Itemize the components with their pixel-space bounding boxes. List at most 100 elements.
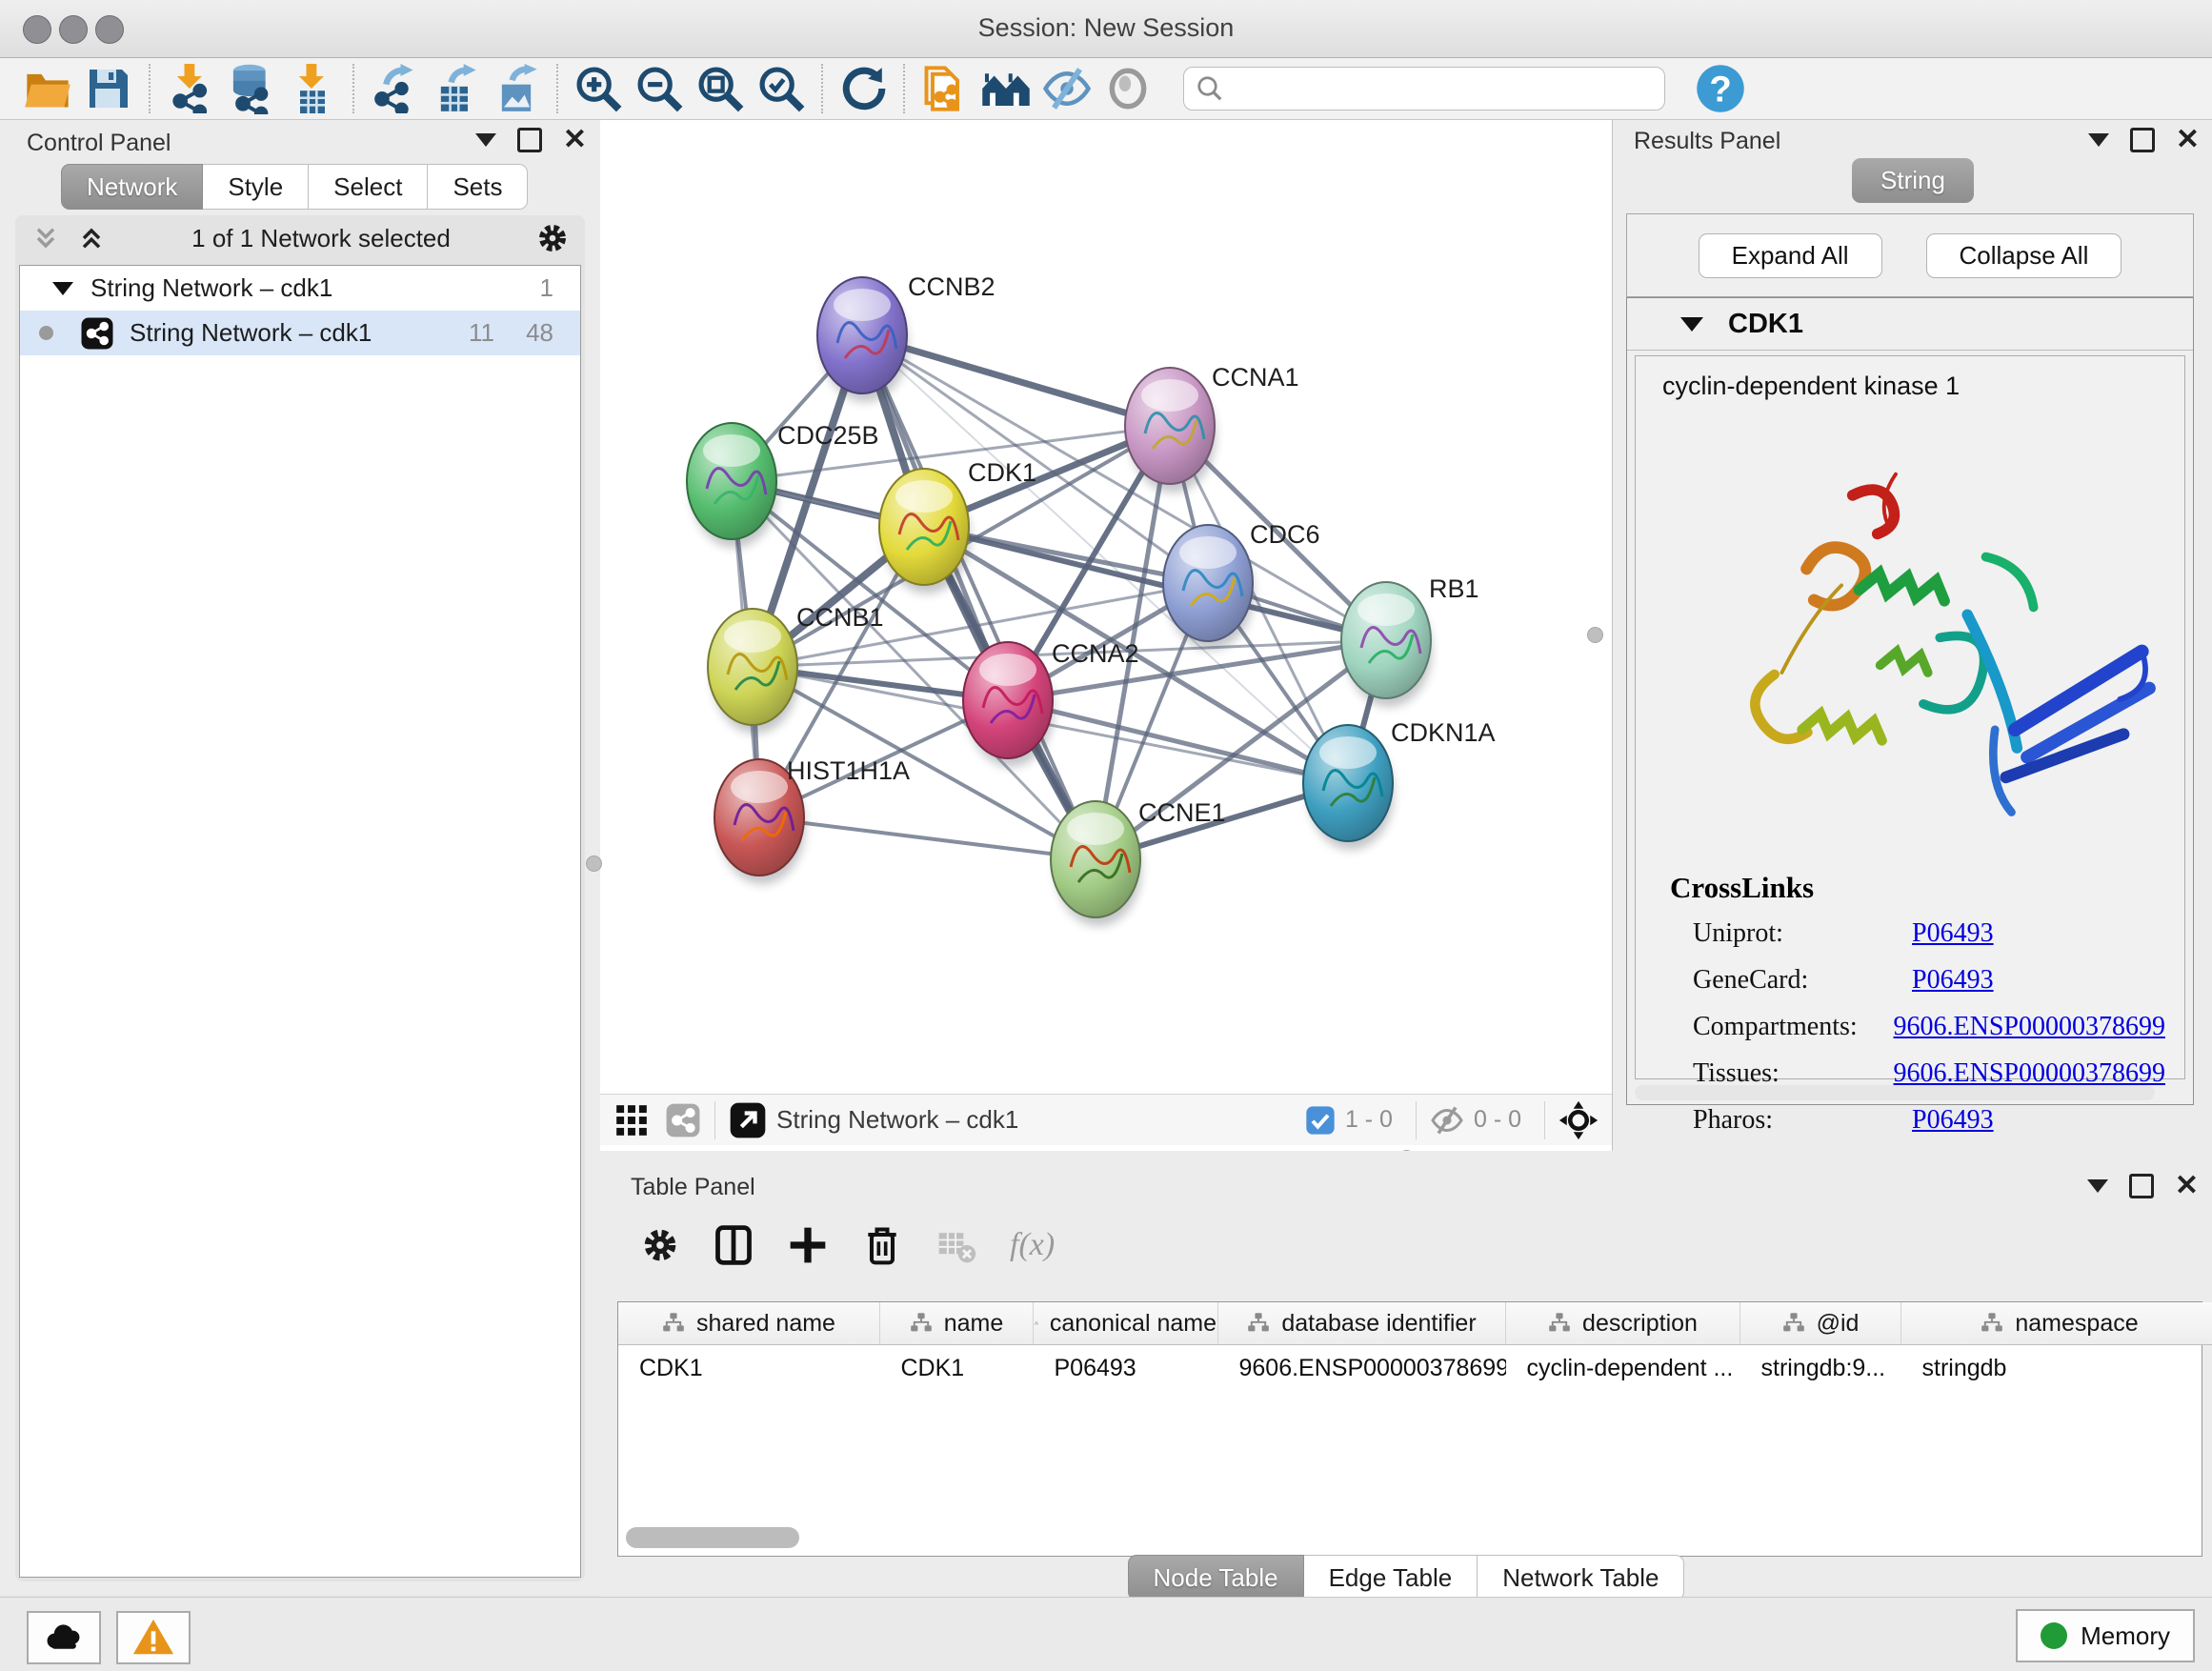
network-edge-count: 48 [526, 318, 553, 348]
network-node-cdc6[interactable] [1163, 525, 1254, 650]
zoom-out-button[interactable] [629, 61, 690, 116]
network-file-button[interactable] [915, 61, 975, 116]
crosslink-link[interactable]: 9606.ENSP00000378699 [1894, 1012, 2165, 1042]
tab-style[interactable]: Style [203, 164, 309, 210]
table-cell[interactable]: P06493 [1034, 1345, 1218, 1392]
delete-table-icon[interactable] [935, 1224, 977, 1266]
network-row[interactable]: String Network – cdk1 11 48 [20, 311, 580, 355]
close-panel-icon[interactable]: ✕ [2175, 1177, 2199, 1196]
column-header--id[interactable]: @id [1740, 1302, 1901, 1345]
delete-column-trash-icon[interactable] [861, 1224, 903, 1266]
collapse-tree-icon[interactable] [52, 282, 73, 295]
gene-section-header[interactable]: CDK1 [1627, 298, 2193, 351]
network-node-ccna2[interactable] [963, 642, 1054, 767]
show-details-button[interactable] [1097, 61, 1158, 116]
network-node-cdk1[interactable] [879, 469, 970, 594]
network-node-cdc25b[interactable] [687, 423, 777, 548]
tab-node-table[interactable]: Node Table [1128, 1555, 1304, 1601]
zoom-fit-button[interactable] [690, 61, 751, 116]
expand-all-button[interactable]: Expand All [1699, 233, 1882, 278]
tab-edge-table[interactable]: Edge Table [1304, 1555, 1478, 1601]
splitter-handle[interactable] [1587, 627, 1603, 643]
column-header-name[interactable]: name [880, 1302, 1034, 1345]
import-table-button[interactable] [282, 61, 343, 116]
column-header-canonical-name[interactable]: canonical name [1034, 1302, 1218, 1345]
table-cell[interactable]: CDK1 [618, 1345, 880, 1392]
two-houses-button[interactable] [975, 61, 1036, 116]
refresh-view-button[interactable] [833, 61, 894, 116]
panel-menu-icon[interactable] [2088, 133, 2109, 147]
table-cell[interactable]: cyclin-dependent ... [1506, 1345, 1740, 1392]
zoom-selected-button[interactable] [751, 61, 812, 116]
network-node-ccne1[interactable] [1051, 801, 1141, 926]
export-image-button[interactable] [486, 61, 547, 116]
splitter-handle[interactable] [586, 856, 602, 872]
column-header-namespace[interactable]: namespace [1901, 1302, 2212, 1345]
add-column-icon[interactable] [787, 1224, 829, 1266]
help-button[interactable]: ? [1690, 61, 1751, 116]
column-header-description[interactable]: description [1506, 1302, 1740, 1345]
close-panel-icon[interactable]: ✕ [2176, 131, 2200, 150]
network-node-rb1[interactable] [1341, 582, 1432, 707]
column-header-shared-name[interactable]: shared name [618, 1302, 880, 1345]
crosslink-link[interactable]: P06493 [1912, 918, 1994, 949]
tab-string[interactable]: String [1852, 158, 1974, 203]
function-builder-button[interactable]: f(x) [1010, 1227, 1055, 1263]
close-panel-icon[interactable]: ✕ [563, 131, 587, 150]
crosslink-link[interactable]: P06493 [1912, 965, 1994, 996]
float-panel-icon[interactable] [2130, 128, 2155, 152]
node-table: shared namenamecanonical namedatabase id… [617, 1301, 2202, 1557]
share-view-icon[interactable] [665, 1102, 701, 1138]
panel-menu-icon[interactable] [475, 133, 496, 147]
node-label: HIST1H1A [787, 756, 910, 785]
float-panel-icon[interactable] [517, 128, 542, 152]
table-cell[interactable]: CDK1 [880, 1345, 1034, 1392]
network-node-cdkn1a[interactable] [1303, 725, 1394, 850]
memory-button[interactable]: Memory [2016, 1609, 2195, 1662]
expand-all-icon[interactable] [76, 223, 107, 253]
table-settings-gear-icon[interactable] [640, 1225, 680, 1265]
tab-select[interactable]: Select [309, 164, 428, 210]
tab-sets[interactable]: Sets [428, 164, 528, 210]
detach-view-icon[interactable] [729, 1101, 767, 1139]
birdseye-target-icon[interactable] [1558, 1100, 1599, 1140]
save-session-button[interactable] [78, 61, 139, 116]
network-node-ccnb2[interactable] [817, 277, 908, 402]
selected-checkbox-icon[interactable] [1305, 1105, 1336, 1136]
network-status-dot [39, 326, 53, 340]
collapse-all-icon[interactable] [30, 223, 61, 253]
table-row[interactable]: CDK1CDK1P064939606.ENSP00000378699cyclin… [618, 1345, 2212, 1392]
export-network-button[interactable] [364, 61, 425, 116]
table-cell[interactable]: 9606.ENSP00000378699 [1218, 1345, 1506, 1392]
gear-icon[interactable] [535, 221, 570, 255]
show-columns-icon[interactable] [713, 1224, 754, 1266]
tab-network[interactable]: Network [61, 164, 203, 210]
cloud-button[interactable] [27, 1611, 101, 1664]
grid-view-icon[interactable] [613, 1102, 650, 1138]
results-scrollbar[interactable] [1635, 1085, 2155, 1100]
column-header-database-identifier[interactable]: database identifier [1218, 1302, 1506, 1345]
export-table-button[interactable] [425, 61, 486, 116]
eye-icon [1104, 65, 1152, 112]
table-horizontal-scrollbar[interactable] [626, 1527, 799, 1548]
hidden-eye-icon[interactable] [1430, 1103, 1464, 1137]
panel-menu-icon[interactable] [2087, 1179, 2108, 1193]
zoom-in-button[interactable] [568, 61, 629, 116]
search-input[interactable] [1224, 74, 1653, 104]
network-node-ccnb1[interactable] [708, 609, 798, 734]
float-panel-icon[interactable] [2129, 1174, 2154, 1198]
warnings-button[interactable] [116, 1611, 191, 1664]
network-collection-row[interactable]: String Network – cdk1 1 [20, 266, 580, 311]
import-network-from-database-button[interactable] [221, 61, 282, 116]
network-view[interactable]: CCNB2CCNA1CDC25BCDK1CDC6RB1CCNB1CCNA2CDK… [600, 120, 1612, 1151]
import-network-button[interactable] [160, 61, 221, 116]
collapse-all-button[interactable]: Collapse All [1926, 233, 2122, 278]
table-cell[interactable]: stringdb [1901, 1345, 2212, 1392]
table-cell[interactable]: stringdb:9... [1740, 1345, 1901, 1392]
hide-details-button[interactable] [1036, 61, 1097, 116]
open-session-button[interactable] [17, 61, 78, 116]
collapse-gene-icon[interactable] [1680, 317, 1703, 332]
tab-network-table[interactable]: Network Table [1478, 1555, 1684, 1601]
network-canvas[interactable]: CCNB2CCNA1CDC25BCDK1CDC6RB1CCNB1CCNA2CDK… [600, 120, 1612, 1094]
crosslink-link[interactable]: P06493 [1912, 1105, 1994, 1136]
